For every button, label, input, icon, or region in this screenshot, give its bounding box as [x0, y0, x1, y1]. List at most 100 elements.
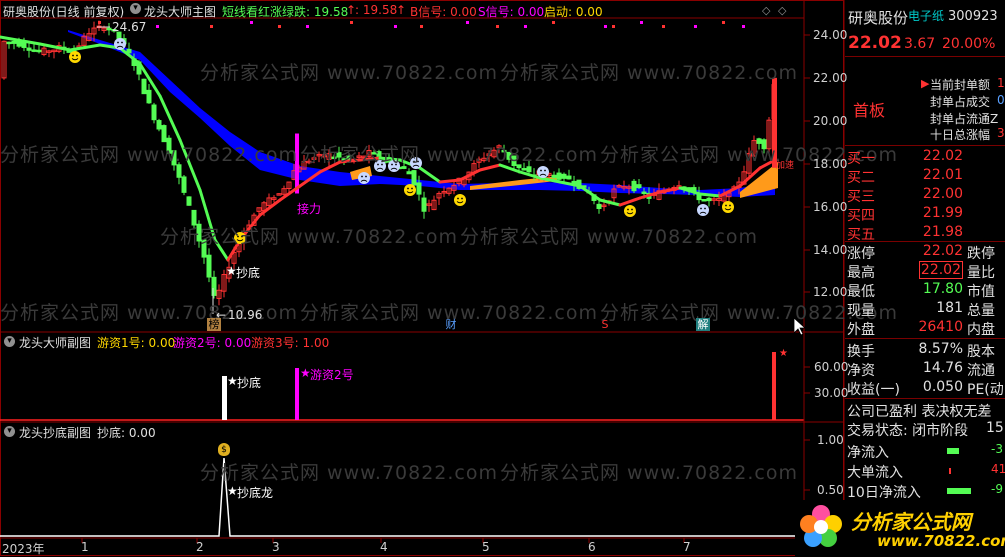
candle-body: [331, 156, 337, 160]
jie-badge[interactable]: 解: [696, 318, 710, 331]
rp-seal-item: 封单占流通Z: [930, 112, 999, 126]
sub2-menu-icon[interactable]: ▾: [4, 426, 15, 437]
diamond-icon[interactable]: ◇: [778, 4, 786, 17]
candle-body: [526, 166, 532, 173]
sad-face-eye: [413, 160, 415, 163]
sub1-y3: 游资3号: 1.00: [251, 336, 330, 350]
candle-body: [561, 173, 567, 179]
candle-body: [421, 197, 427, 212]
candle-body: [521, 168, 527, 171]
sub2-axis-label: 1.00: [817, 433, 844, 447]
moving-average-line: [258, 198, 282, 217]
smiley-eye: [729, 204, 731, 207]
signal-dot: [306, 25, 309, 28]
moving-average-line: [478, 163, 502, 172]
rp-trade-state-extra: 15: [986, 420, 1004, 436]
rp-flow-row: 大单流入 41: [845, 461, 1005, 481]
signal-dot: [722, 21, 725, 24]
cai-badge[interactable]: 财: [444, 318, 458, 331]
sub1-name: 龙头大师副图: [19, 336, 92, 350]
divider: [845, 145, 1005, 146]
signal-dot: [604, 25, 607, 28]
bang-badge[interactable]: 榜: [207, 318, 221, 331]
signal-dot: [496, 25, 499, 28]
signal-dot: [278, 25, 281, 28]
rp-row: 最低 17.80 市值: [845, 280, 1005, 300]
main-axis-label: 22.00: [813, 71, 848, 85]
s-badge[interactable]: S: [599, 318, 611, 331]
indicator-menu-icon[interactable]: ▾: [130, 3, 141, 14]
site-logo[interactable]: 分析家公式网 www.70822.com: [795, 500, 1005, 556]
rp-seal-val: 0.: [997, 93, 1005, 107]
signal-dot: [350, 21, 353, 24]
rp-row-value: 17.80: [922, 281, 963, 297]
rp-flow-bar: [947, 448, 959, 454]
cut-label: 加速: [776, 161, 795, 171]
sad-face-eye: [395, 163, 397, 166]
rp-row-value: 181: [936, 300, 963, 316]
flower-icon: [799, 504, 843, 548]
sad-face-eye: [377, 163, 379, 166]
candle-body: [756, 138, 762, 144]
rp-flow-label: 大单流入: [847, 465, 903, 481]
mouse-cursor-icon: [793, 317, 807, 336]
rp-row-label: 最高: [847, 265, 875, 281]
rp-row-value: 26410: [918, 319, 963, 335]
moving-average-line: [198, 188, 217, 242]
divider: [845, 338, 1005, 339]
rp-row-label: 买一: [847, 151, 875, 167]
rp-row-value: 21.98: [922, 224, 963, 240]
short-line-value: : 19.58: [355, 3, 398, 17]
x-axis-label: 3: [272, 540, 280, 554]
candle-body: [181, 176, 187, 193]
diamond-icon[interactable]: ◇: [762, 4, 770, 17]
sub1-y2: 游资2号: 0.00: [173, 336, 252, 350]
candle-body: [171, 150, 177, 166]
moving-average-line: [378, 156, 402, 162]
rp-flow-bar: [947, 488, 971, 494]
high-price-label: 24.67: [112, 20, 147, 34]
rp-row-label: 收益(一): [847, 382, 900, 398]
sub2-value: 抄底: 0.00: [97, 426, 156, 440]
smiley-eye: [72, 54, 74, 57]
signal-dot: [420, 25, 423, 28]
candle-body: [141, 78, 147, 95]
sad-face-icon: [114, 38, 126, 50]
sad-face-icon: [358, 172, 370, 184]
rp-row-label: 外盘: [847, 322, 875, 338]
sub1-right-star: ★: [779, 348, 788, 359]
candle-body: [31, 49, 37, 52]
candle-body: [166, 137, 172, 154]
rp-code: 300923: [948, 9, 998, 24]
divider: [845, 398, 1005, 399]
main-axis-label: 14.00: [813, 243, 848, 257]
rp-row-value: 14.76: [922, 360, 963, 376]
rp-row-label-2: 跌停: [967, 246, 995, 262]
rp-row-label: 买三: [847, 189, 875, 205]
candle-body: [196, 223, 202, 242]
signal-dot: [156, 25, 159, 28]
candle-body: [186, 196, 192, 206]
rp-row-label-2: PE(动: [967, 382, 1004, 398]
smiley-icon: [234, 232, 246, 244]
sad-face-icon: [374, 160, 386, 172]
candle-body: [411, 170, 417, 186]
sub1-axis-label: 30.00: [814, 386, 849, 400]
rp-change: 3.67: [904, 36, 936, 52]
rp-flow-row: 10日净流入 -9: [845, 481, 1005, 501]
rp-flow-bar: [949, 468, 951, 474]
signal-dot: [640, 21, 643, 24]
sub2-bottom-dragon-label: 抄底龙: [237, 486, 274, 500]
candle-body: [406, 171, 412, 175]
rp-badge[interactable]: 电子纸: [908, 7, 944, 24]
candle-body: [506, 151, 512, 160]
rp-board: 首板: [853, 101, 886, 120]
sub2-axis-label: 0.50: [817, 483, 844, 497]
sub1-menu-icon[interactable]: ▾: [4, 336, 15, 347]
rp-seal-item: 当前封单额: [930, 78, 991, 92]
rp-flow-value: -3: [991, 442, 1003, 456]
money-bag-icon: $: [218, 443, 230, 456]
candle-body: [551, 174, 557, 179]
candle-body: [176, 164, 182, 178]
rp-row: 换手 8.57% 股本: [845, 340, 1005, 360]
